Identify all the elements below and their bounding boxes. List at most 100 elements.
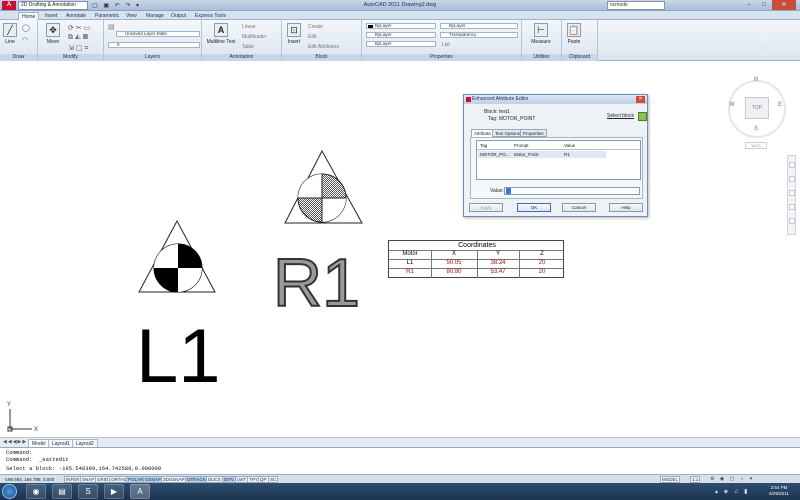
label-r1[interactable]: R1 (272, 247, 361, 319)
arc-icon[interactable]: ◠ (22, 36, 28, 44)
zoom-icon[interactable] (789, 190, 795, 196)
compass-west[interactable]: W (729, 102, 735, 108)
command-prompt[interactable]: Select a block: -195.548399,164.742589,0… (6, 465, 161, 472)
mtext-tool[interactable]: A Multiline Text (206, 23, 236, 45)
label-l1[interactable]: L1 (136, 318, 221, 396)
coordinates-table[interactable]: Coordinates Motor X Y Z L1 50.05 38.24 2… (388, 240, 564, 278)
system-tray-icons[interactable]: ▴ ◈ ♫ ▮ (715, 488, 749, 495)
ok-button[interactable]: OK (517, 203, 551, 212)
move-icon: ✥ (46, 23, 60, 37)
tab-annotate[interactable]: Annotate (63, 12, 89, 20)
linetype-dropdown[interactable]: ByLayer (366, 32, 436, 38)
tab-output[interactable]: Output (168, 12, 189, 20)
lineweight-dropdown[interactable]: ByLayer (366, 41, 436, 47)
panel-title-draw[interactable]: Draw (0, 54, 37, 61)
panel-title-block[interactable]: Block (282, 54, 361, 61)
layer-properties-icon[interactable]: ▤ (108, 23, 115, 31)
explorer-icon[interactable]: ▤ (52, 484, 72, 499)
tab-properties[interactable]: Properties (520, 129, 547, 137)
orbit-icon[interactable] (789, 204, 795, 210)
move-tool[interactable]: ✥ Move (46, 23, 60, 45)
tab-manage[interactable]: Manage (143, 12, 167, 20)
insert-tool[interactable]: ⊡ Insert (286, 23, 302, 45)
panel-title-annotation[interactable]: Annotation (202, 54, 281, 61)
motor-symbol-r1[interactable] (284, 149, 363, 224)
dialog-close-icon[interactable]: ✕ (636, 96, 645, 103)
tab-navigation-arrows[interactable]: ◀◀◀▶▶ (3, 439, 27, 445)
search-input[interactable]: ocmode (607, 1, 665, 10)
model-space-toggle[interactable]: MODEL (660, 476, 681, 483)
motor-symbol-l1[interactable] (138, 219, 216, 293)
toggle-grid[interactable]: GRID (95, 476, 111, 483)
status-tray-icons[interactable]: ⚙ ◉ ▢ ☼ ▾ (710, 476, 754, 482)
rotate-icon[interactable]: ⟳ ✂ ▭ (68, 24, 90, 32)
table-button[interactable]: Table (242, 44, 254, 50)
toggle-sc[interactable]: SC (268, 476, 279, 483)
taskbar-clock[interactable]: 2:54 PM 6/29/2011 (764, 485, 794, 497)
select-block-label[interactable]: Select block (607, 113, 634, 119)
autocad-taskbar-icon[interactable]: A (130, 484, 150, 499)
toggle-dyn[interactable]: DYN (222, 476, 236, 483)
panel-title-properties[interactable]: Properties (362, 54, 521, 61)
tab-home[interactable]: Home (18, 12, 40, 20)
maximize-icon[interactable]: □ (757, 0, 771, 10)
skype-icon[interactable]: S (78, 484, 98, 499)
tab-express-tools[interactable]: Express Tools (192, 12, 229, 20)
viewcube-top-face[interactable]: TOP (745, 97, 769, 119)
color-dropdown[interactable]: ByLayer (366, 23, 436, 29)
help-button[interactable]: Help (609, 203, 643, 212)
transparency-dropdown[interactable]: Transparency (440, 32, 518, 38)
toggle-otrack[interactable]: OTRACK (185, 476, 208, 483)
panel-title-layers[interactable]: Layers (104, 54, 201, 61)
tab-view[interactable]: View (123, 12, 140, 20)
tab-parametric[interactable]: Parametric (92, 12, 122, 20)
toggle-3dosnap[interactable]: 3DOSNAP (161, 476, 187, 483)
toggle-qp[interactable]: QP (258, 476, 269, 483)
media-player-icon[interactable]: ▶ (104, 484, 124, 499)
toggle-snap[interactable]: SNAP (80, 476, 97, 483)
copy-icon[interactable]: ⧉ ◭ ▦ (68, 34, 88, 42)
layer-dropdown[interactable]: 0 (108, 42, 200, 48)
create-block-button[interactable]: Create (308, 24, 323, 30)
tab-insert[interactable]: Insert (42, 12, 61, 20)
list-button[interactable]: List (442, 42, 450, 48)
close-icon[interactable]: ✕ (772, 0, 796, 10)
cursor-coordinates[interactable]: -195.594, 166.788, 0.000 (4, 476, 54, 483)
line-tool[interactable]: ╱ Line (3, 23, 17, 45)
plot-style-dropdown[interactable]: ByLayer (440, 23, 518, 29)
stretch-icon[interactable]: ⇲ ▢ ⌗ (68, 44, 88, 53)
pan-icon[interactable] (789, 176, 795, 182)
panel-title-modify[interactable]: Modify (38, 54, 103, 61)
panel-title-utilities[interactable]: Utilities (522, 54, 561, 61)
value-input[interactable] (504, 187, 640, 195)
select-block-icon[interactable] (638, 112, 647, 121)
firefox-icon[interactable]: ◉ (26, 484, 46, 499)
layer-state-dropdown[interactable]: Unsaved Layer State (116, 31, 200, 37)
command-line[interactable]: Command: Command: _eattedit Select a blo… (0, 447, 800, 474)
compass-east[interactable]: E (778, 102, 782, 108)
multileader-button[interactable]: Multileader (242, 34, 266, 40)
steering-wheel-icon[interactable] (789, 162, 795, 168)
toggle-ducs[interactable]: DUCS (206, 476, 223, 483)
minimize-icon[interactable]: – (742, 0, 756, 10)
circle-icon[interactable]: ◯ (22, 24, 30, 32)
start-button[interactable] (2, 484, 17, 499)
toggle-osnap[interactable]: OSNAP (143, 476, 163, 483)
measure-tool[interactable]: ⊢ Measure (530, 23, 552, 45)
tab-text-options[interactable]: Text Options (492, 129, 524, 137)
table-cell-z: 20 (538, 269, 546, 275)
annotation-scale[interactable]: 1:1 (690, 476, 701, 483)
wcs-menu[interactable]: WCS (745, 142, 767, 149)
paste-tool[interactable]: 📋 Paste (566, 23, 582, 45)
apply-button[interactable]: Apply (469, 203, 503, 212)
showmotion-icon[interactable] (789, 218, 795, 224)
compass-north[interactable]: N (754, 77, 758, 83)
toggle-infer[interactable]: INFER (64, 476, 82, 483)
attribute-grid[interactable]: Tag Prompt Value MOTOR_PO... Motor_Point… (476, 140, 641, 180)
cancel-button[interactable]: Cancel (562, 203, 596, 212)
compass-south[interactable]: S (754, 126, 758, 132)
linear-dim-button[interactable]: Linear (242, 24, 256, 30)
edit-block-button[interactable]: Edit (308, 34, 317, 40)
panel-title-clipboard[interactable]: Clipboard (562, 54, 597, 61)
edit-attributes-button[interactable]: Edit Attributes (308, 44, 339, 50)
